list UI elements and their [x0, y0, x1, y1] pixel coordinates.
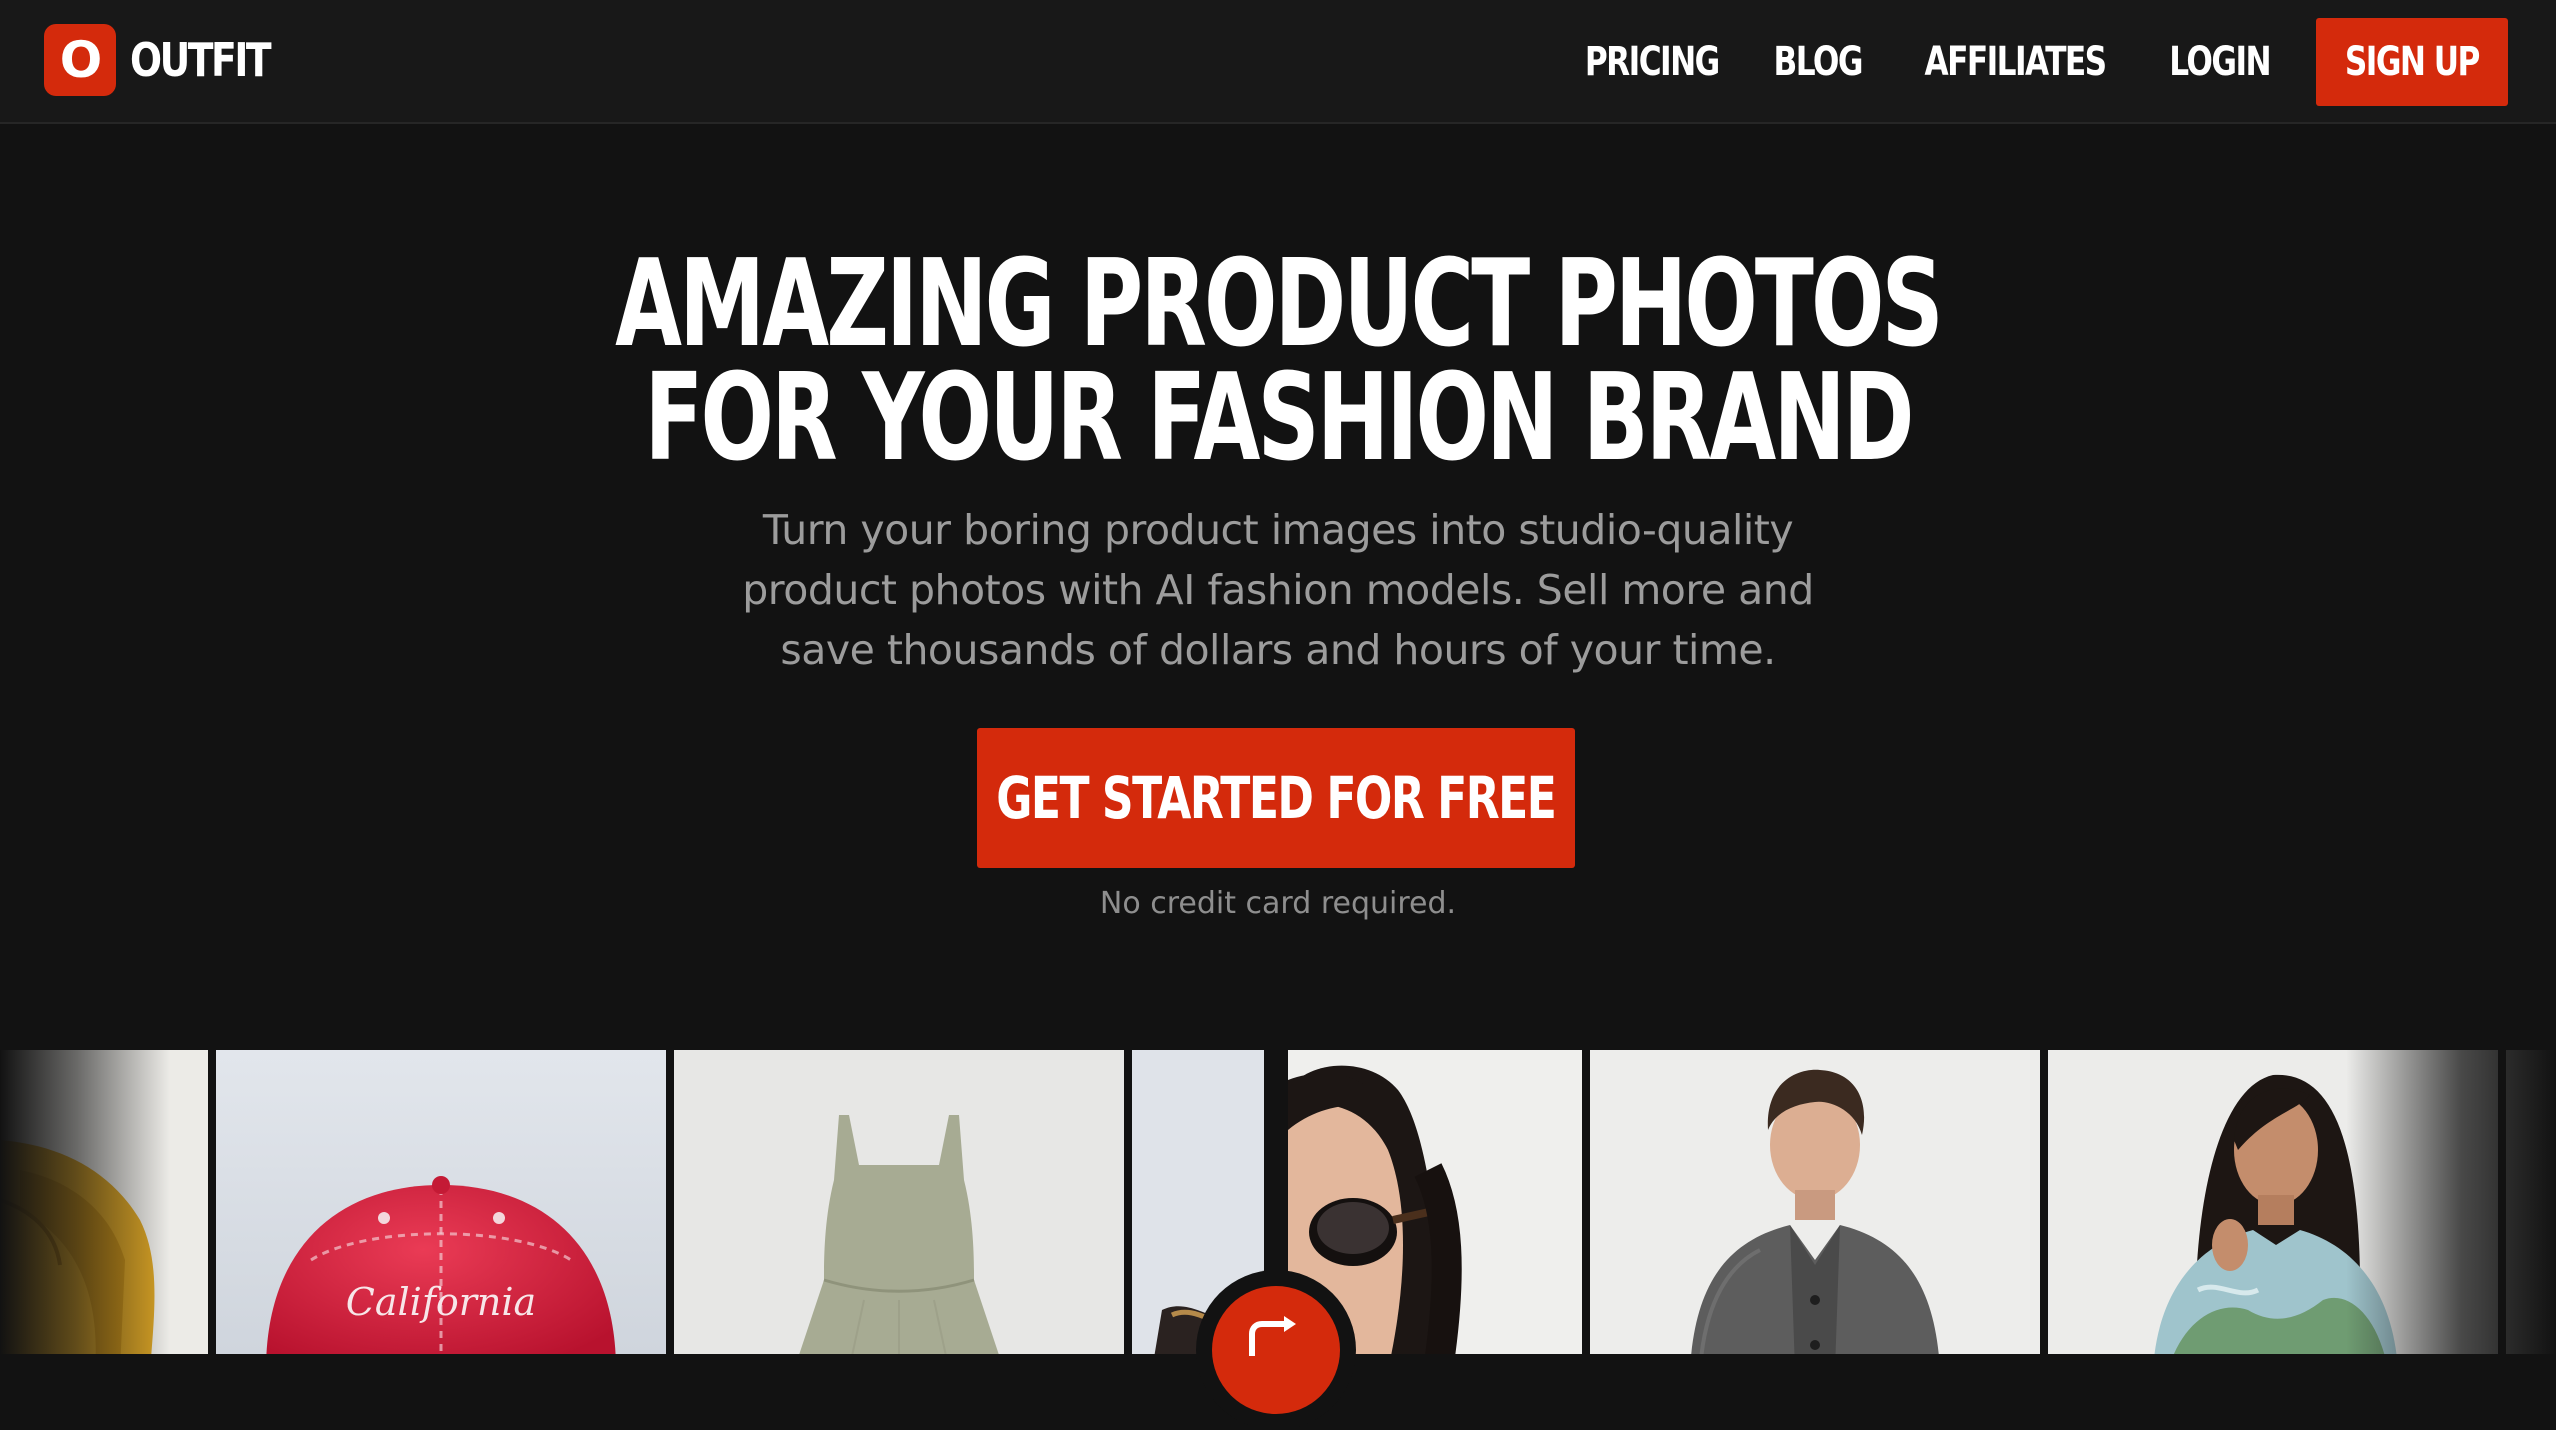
gallery-image-model-man — [1590, 1050, 2040, 1354]
nav-link-blog[interactable]: BLOG — [1774, 39, 1864, 85]
logo-mark: O — [44, 24, 116, 96]
logo-text: OUTFIT — [130, 33, 272, 87]
gallery-image-yellow-jacket — [0, 1050, 208, 1354]
sign-up-label: SIGN UP — [2345, 39, 2481, 85]
hero-title: AMAZING PRODUCT PHOTOS FOR YOUR FASHION … — [358, 245, 2198, 479]
gallery-image-sage-dress — [674, 1050, 1124, 1354]
swap-button-inner — [1212, 1286, 1340, 1414]
no-credit-card-note: No credit card required. — [1099, 886, 1457, 921]
sign-up-button[interactable]: SIGN UP — [2316, 18, 2508, 106]
hero-subtitle-line-3: save thousands of dollars and hours of y… — [780, 626, 1776, 674]
hero-subtitle: Turn your boring product images into stu… — [728, 500, 1828, 680]
gallery-image-model-woman — [2048, 1050, 2498, 1354]
hero-subtitle-line-2: product photos with AI fashion models. S… — [742, 566, 1814, 614]
gallery-image-red-cap: California — [216, 1050, 666, 1354]
nav-link-affiliates[interactable]: AFFILIATES — [1924, 39, 2107, 85]
gallery-image-edge — [2506, 1050, 2556, 1354]
site-header: O OUTFIT PRICING BLOG AFFILIATES LOGIN S… — [0, 0, 2556, 124]
swap-arrow-icon — [1244, 1316, 1308, 1360]
nav-link-login[interactable]: LOGIN — [2169, 39, 2271, 85]
nav-link-pricing[interactable]: PRICING — [1585, 39, 1720, 85]
hero-subtitle-line-1: Turn your boring product images into stu… — [762, 506, 1794, 554]
cap-embroidery-text: California — [346, 1280, 536, 1324]
get-started-button[interactable]: GET STARTED FOR FREE — [977, 728, 1575, 868]
main-nav: PRICING BLOG AFFILIATES LOGIN SIGN UP — [1566, 18, 2508, 106]
get-started-label: GET STARTED FOR FREE — [996, 764, 1557, 832]
logo[interactable]: O OUTFIT — [44, 24, 300, 96]
swap-button[interactable] — [1196, 1270, 1356, 1430]
hero-title-line-2: FOR YOUR FASHION BRAND — [644, 349, 1914, 488]
